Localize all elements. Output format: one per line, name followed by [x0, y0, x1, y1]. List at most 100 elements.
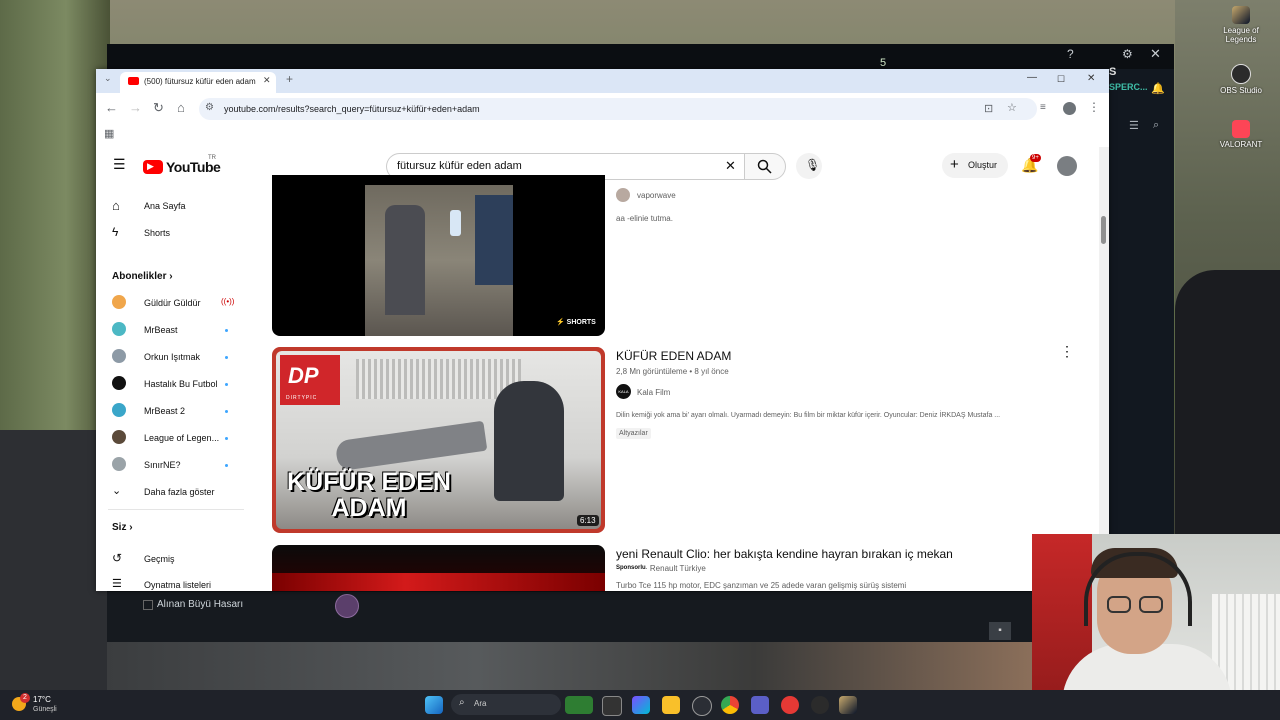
sidebar-item-subscription[interactable]: Güldür Güldür ((•)) — [96, 291, 256, 315]
close-button[interactable]: ✕ — [1087, 73, 1095, 84]
maximize-button[interactable]: ☐ — [1057, 74, 1065, 85]
ad-thumbnail[interactable] — [272, 545, 605, 591]
chat-icon[interactable]: ▪ — [989, 622, 1011, 640]
menu-icon[interactable]: ⋮ — [1088, 100, 1100, 114]
search-button[interactable] — [744, 153, 786, 180]
bookmarks-bar: ▦ — [96, 123, 1109, 147]
sidebar-item-label: Ana Sayfa — [144, 201, 186, 211]
search-input[interactable]: fütursuz küfür eden adam — [397, 160, 522, 172]
region-code: TR — [208, 155, 216, 161]
create-button[interactable]: + Oluştur — [942, 153, 1008, 178]
desktop-icon-obs[interactable]: OBS Studio — [1211, 64, 1271, 95]
taskbar-search[interactable]: ⌕ Ara — [451, 694, 561, 715]
obs-icon[interactable] — [692, 696, 712, 716]
more-actions-icon[interactable]: ⋮ — [1060, 343, 1074, 360]
lol-icon — [1232, 6, 1250, 24]
url-text: youtube.com/results?search_query=fütursu… — [224, 104, 480, 114]
bookmark-star-icon[interactable]: ☆ — [1007, 101, 1017, 114]
chevron-right-icon: › — [169, 271, 173, 282]
channel-name[interactable]: Kala Film — [637, 388, 670, 397]
tab-bar: ⌄ (500) fütursuz küfür eden adam ✕ + — ☐… — [96, 69, 1109, 93]
sidebar-item-shorts[interactable]: ϟ Shorts — [96, 221, 256, 245]
lol-icon[interactable] — [839, 696, 857, 714]
sidebar-item-subscription[interactable]: League of Legen... — [96, 426, 256, 450]
bell-icon[interactable]: 🔔 — [1151, 82, 1165, 95]
show-more-button[interactable]: ⌄ Daha fazla göster — [96, 480, 256, 504]
teams-icon[interactable] — [751, 696, 769, 714]
address-bar[interactable]: ⚙ youtube.com/results?search_query=fütur… — [199, 98, 1037, 120]
settings-icon[interactable]: ⚙ — [1122, 47, 1133, 61]
desktop-background-jacket — [1175, 270, 1280, 540]
game-client-titlebar: ? ⚙ ✕ 5 — [107, 44, 1174, 69]
sponsored-label: Sponsorlu — [616, 565, 646, 571]
sidebar-item-subscription[interactable]: MrBeast — [96, 318, 256, 342]
start-icon[interactable] — [425, 696, 443, 714]
minimize-button[interactable]: — — [1027, 72, 1037, 83]
desktop-icon-label: OBS Studio — [1220, 86, 1262, 95]
checkbox[interactable] — [143, 600, 153, 610]
hamburger-menu-icon[interactable]: ☰ — [113, 156, 126, 173]
sidebar-item-subscription[interactable]: Orkun Işıtmak — [96, 345, 256, 369]
ad-channel[interactable]: · Renault Türkiye — [645, 564, 706, 573]
game-search-icon[interactable]: ⌕ — [1153, 119, 1159, 132]
reload-icon[interactable]: ↻ — [153, 100, 164, 116]
weather-desc: Güneşli — [33, 706, 57, 713]
back-icon[interactable]: ← — [105, 100, 118, 115]
weather-badge: 2 — [20, 693, 30, 703]
new-tab-icon[interactable]: + — [286, 72, 293, 86]
app-icon[interactable] — [781, 696, 799, 714]
page-scrollbar[interactable] — [1099, 147, 1109, 591]
home-icon[interactable]: ⌂ — [177, 100, 185, 115]
ad-description: Turbo Tce 115 hp motor, EDC şanzıman ve … — [616, 581, 907, 590]
task-view-icon[interactable] — [602, 696, 622, 716]
apps-icon[interactable]: ▦ — [104, 127, 114, 140]
channel-avatar[interactable]: KALA — [616, 384, 631, 399]
profile-avatar[interactable] — [1063, 102, 1076, 115]
weather-widget[interactable]: 2 17°C Güneşli — [12, 692, 72, 718]
install-icon[interactable]: ⊡ — [984, 102, 993, 115]
forward-icon[interactable]: → — [129, 100, 142, 115]
channel-avatar — [112, 295, 126, 309]
clear-search-icon[interactable]: ✕ — [725, 158, 736, 174]
sidebar-item-subscription[interactable]: Hastalık Bu Futbol — [96, 372, 256, 396]
desktop-icon-league[interactable]: League of Legends — [1211, 6, 1271, 44]
widget-icon[interactable] — [565, 696, 593, 714]
file-explorer-icon[interactable] — [662, 696, 680, 714]
media-control-icon[interactable]: ≡ — [1040, 102, 1046, 113]
copilot-icon[interactable] — [632, 696, 650, 714]
browser-tab[interactable]: (500) fütursuz küfür eden adam ✕ — [120, 72, 276, 93]
sidebar-item-subscription[interactable]: SınırNE? — [96, 453, 256, 477]
video-title[interactable]: KÜFÜR EDEN ADAM — [616, 349, 731, 363]
site-info-icon[interactable]: ⚙ — [205, 102, 214, 113]
channel-name[interactable]: vaporwave — [637, 191, 676, 200]
voice-search-button[interactable]: 🎙 — [796, 153, 822, 179]
riot-icon[interactable] — [811, 696, 829, 714]
chrome-icon[interactable] — [721, 696, 739, 714]
short-thumbnail-image — [365, 185, 513, 336]
sidebar-item-home[interactable]: ⌂ Ana Sayfa — [96, 194, 256, 218]
tab-close-icon[interactable]: ✕ — [263, 75, 271, 86]
new-content-dot — [225, 329, 228, 332]
game-title-partial: S — [1109, 66, 1117, 78]
you-header[interactable]: Siz › — [112, 522, 133, 533]
list-icon[interactable]: ☰ — [1129, 119, 1139, 132]
short-thumbnail[interactable]: ⚡ SHORTS — [272, 175, 605, 336]
tab-search-icon[interactable]: ⌄ — [104, 73, 112, 84]
browser-window: ⌄ (500) fütursuz küfür eden adam ✕ + — ☐… — [96, 69, 1109, 591]
desktop-icon-label: League of Legends — [1223, 26, 1259, 44]
sidebar-item-subscription[interactable]: MrBeast 2 — [96, 399, 256, 423]
game-close-icon[interactable]: ✕ — [1150, 46, 1161, 62]
scrollbar-thumb[interactable] — [1101, 216, 1106, 244]
account-avatar[interactable] — [1057, 156, 1077, 176]
microphone-icon: 🎙 — [805, 158, 821, 172]
sidebar-item-history[interactable]: ↺ Geçmiş — [96, 547, 256, 571]
sidebar-item-playlists[interactable]: ☰ Oynatma listeleri — [96, 573, 256, 597]
desktop-icon-valorant[interactable]: VALORANT — [1211, 120, 1271, 149]
sidebar-item-label: Shorts — [144, 228, 171, 238]
channel-avatar[interactable] — [616, 188, 630, 202]
home-icon: ⌂ — [112, 198, 120, 213]
ad-title[interactable]: yeni Renault Clio: her bakışta kendine h… — [616, 547, 953, 561]
video-thumbnail[interactable]: DP DIRTYPIC KÜFÜR EDEN ADAM 6:13 — [272, 347, 605, 533]
subscriptions-header[interactable]: Abonelikler › — [112, 271, 173, 282]
help-icon[interactable]: ? — [1067, 47, 1074, 61]
